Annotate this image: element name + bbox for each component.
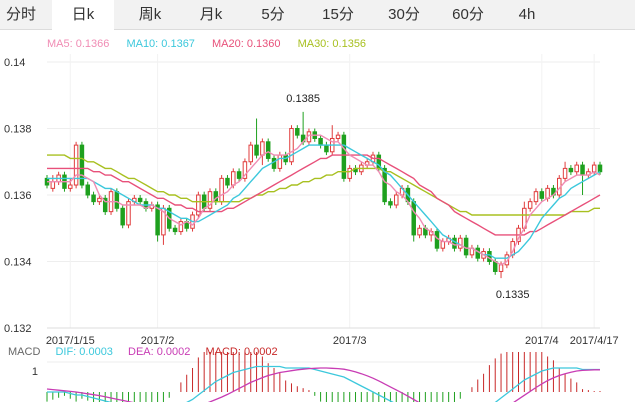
y-tick-label: 0.136 bbox=[4, 190, 32, 202]
candle-body bbox=[85, 184, 90, 196]
macd-dif-line bbox=[47, 365, 600, 402]
candle-body bbox=[318, 137, 323, 146]
candle-body bbox=[271, 157, 277, 169]
y-tick-label: 0.138 bbox=[4, 124, 32, 136]
candle-body bbox=[225, 177, 230, 186]
candle-body bbox=[97, 197, 102, 203]
candle-body bbox=[533, 191, 539, 203]
candle-body bbox=[452, 237, 457, 249]
candle-body bbox=[597, 164, 603, 173]
candle-body bbox=[388, 201, 393, 206]
candle-body bbox=[440, 241, 446, 249]
candle-body bbox=[120, 207, 125, 226]
candle-body bbox=[178, 221, 184, 233]
y-tick-label: 0.134 bbox=[4, 257, 32, 269]
candle-body bbox=[382, 167, 387, 203]
candle-body bbox=[277, 154, 283, 169]
x-tick-label: 2017/2 bbox=[141, 335, 175, 347]
candle-body bbox=[219, 177, 224, 203]
candle-body bbox=[411, 201, 416, 236]
candle-body bbox=[236, 171, 242, 179]
candle-body bbox=[417, 227, 422, 236]
y-tick-label: 0.14 bbox=[4, 57, 25, 69]
candle-body bbox=[248, 144, 253, 163]
candle-body bbox=[260, 141, 265, 156]
candle-body bbox=[394, 194, 399, 206]
candle-body bbox=[539, 191, 545, 199]
macd-y-tick: 1 bbox=[32, 366, 38, 378]
price-annotation: 0.1385 bbox=[286, 93, 320, 105]
candle-body bbox=[562, 167, 568, 179]
candle-body bbox=[50, 181, 56, 189]
candle-body bbox=[91, 194, 96, 203]
candle-body bbox=[254, 144, 259, 156]
candle-body bbox=[231, 171, 236, 186]
candle-body bbox=[498, 264, 504, 272]
candle-body bbox=[458, 237, 463, 249]
x-tick-label: 2017/3 bbox=[333, 335, 367, 347]
candle-body bbox=[434, 231, 440, 249]
price-annotation: 0.1335 bbox=[496, 289, 530, 301]
candle-body bbox=[487, 251, 492, 262]
candle-body bbox=[295, 128, 300, 136]
candle-body bbox=[568, 167, 574, 173]
candlestick-chart[interactable]: 0.14 0.138 0.136 0.134 0.132 2017/1/15 2017/2 2… bbox=[0, 0, 635, 402]
candle-body bbox=[527, 201, 533, 209]
candle-body bbox=[68, 184, 73, 189]
candle-body bbox=[347, 167, 352, 179]
candle-body bbox=[289, 128, 294, 163]
candle-body bbox=[172, 227, 178, 233]
candle-body bbox=[574, 164, 579, 173]
x-tick-label: 2017/4 bbox=[525, 335, 559, 347]
candle-body bbox=[114, 191, 120, 209]
x-tick-label: 2017/1/15 bbox=[46, 335, 95, 347]
candle-body bbox=[580, 164, 585, 176]
candle-body bbox=[335, 134, 341, 139]
candle-body bbox=[324, 144, 329, 153]
x-tick-label: 2017/4/17 bbox=[570, 335, 619, 347]
candle-body bbox=[137, 197, 143, 203]
candle-body bbox=[475, 247, 481, 259]
candle-body bbox=[591, 164, 597, 173]
candle-body bbox=[265, 141, 271, 159]
y-tick-label: 0.132 bbox=[4, 323, 32, 335]
ma5-line bbox=[47, 134, 601, 266]
candle-body bbox=[463, 237, 469, 256]
